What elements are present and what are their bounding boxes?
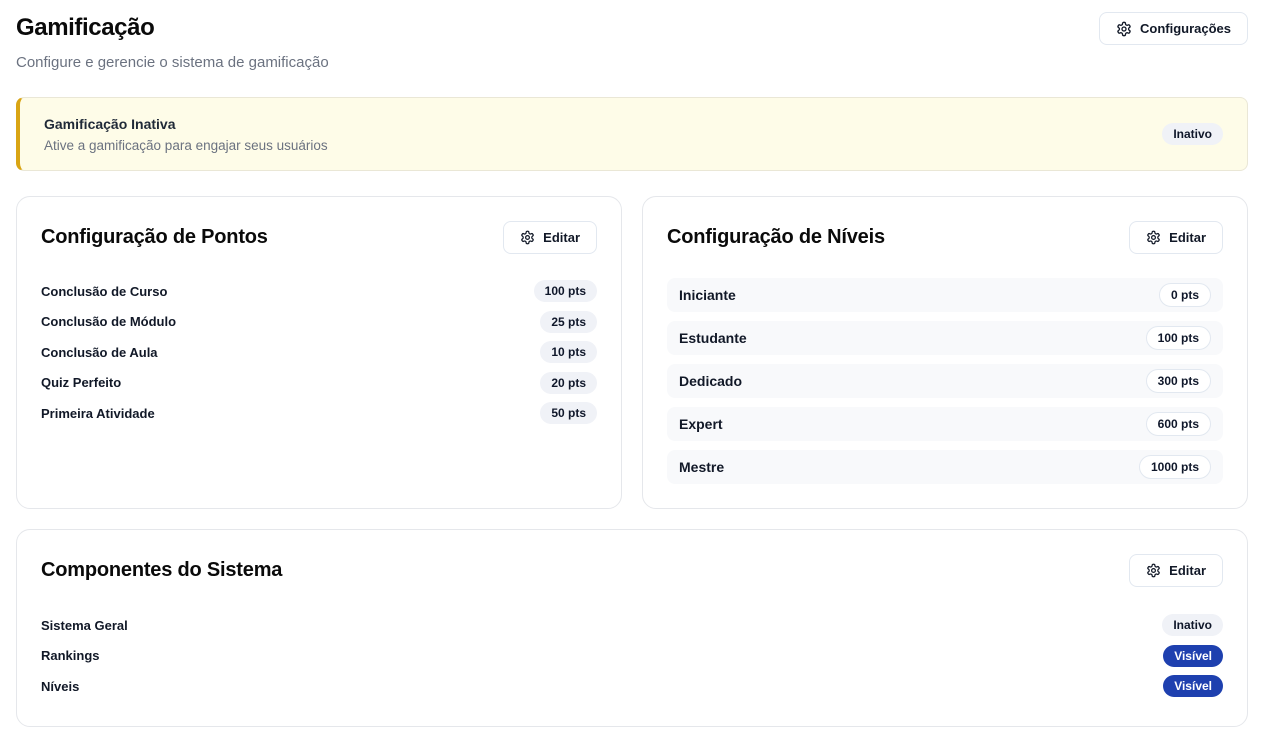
components-edit-button[interactable]: Editar <box>1129 554 1223 587</box>
page-subtitle: Configure e gerencie o sistema de gamifi… <box>16 54 329 71</box>
points-row-label: Primeira Atividade <box>41 406 155 421</box>
points-row-label: Conclusão de Aula <box>41 345 158 360</box>
points-value-badge: 20 pts <box>540 372 597 394</box>
page-header: Gamificação Configure e gerencie o siste… <box>16 12 1248 71</box>
points-value-badge: 10 pts <box>540 341 597 363</box>
component-status-badge[interactable]: Visível <box>1163 645 1223 667</box>
page-title: Gamificação <box>16 14 329 42</box>
levels-config-card: Configuração de Níveis Editar Iniciante … <box>642 196 1248 509</box>
points-row: Quiz Perfeito 20 pts <box>41 368 597 399</box>
level-row-label: Estudante <box>679 330 747 346</box>
points-list: Conclusão de Curso 100 pts Conclusão de … <box>41 276 597 429</box>
level-row-label: Iniciante <box>679 287 736 303</box>
level-row: Iniciante 0 pts <box>667 278 1223 312</box>
component-row-label: Sistema Geral <box>41 618 128 633</box>
banner-subtitle: Ative a gamificação para engajar seus us… <box>44 138 328 153</box>
levels-edit-button[interactable]: Editar <box>1129 221 1223 254</box>
component-row: Sistema Geral Inativo <box>41 610 1223 641</box>
level-points-badge: 600 pts <box>1146 412 1211 436</box>
component-row-label: Rankings <box>41 648 100 663</box>
level-row-label: Dedicado <box>679 373 742 389</box>
points-value-badge: 50 pts <box>540 402 597 424</box>
level-points-badge: 300 pts <box>1146 369 1211 393</box>
component-status-badge[interactable]: Visível <box>1163 675 1223 697</box>
gear-icon <box>520 230 535 245</box>
points-row: Primeira Atividade 50 pts <box>41 398 597 429</box>
page-heading-block: Gamificação Configure e gerencie o siste… <box>16 12 329 71</box>
levels-card-title: Configuração de Níveis <box>667 226 885 249</box>
system-components-card: Componentes do Sistema Editar Sistema Ge… <box>16 529 1248 727</box>
gamification-settings-page: Gamificação Configure e gerencie o siste… <box>0 0 1264 743</box>
levels-edit-button-label: Editar <box>1169 230 1206 245</box>
points-card-title: Configuração de Pontos <box>41 226 268 249</box>
gamification-inactive-banner: Gamificação Inativa Ative a gamificação … <box>16 97 1248 171</box>
banner-title: Gamificação Inativa <box>44 116 328 132</box>
level-points-badge: 1000 pts <box>1139 455 1211 479</box>
levels-list: Iniciante 0 pts Estudante 100 pts Dedica… <box>667 278 1223 484</box>
banner-status-badge: Inativo <box>1162 123 1223 145</box>
points-config-card: Configuração de Pontos Editar Conclusão … <box>16 196 622 509</box>
settings-button[interactable]: Configurações <box>1099 12 1248 45</box>
component-row: Níveis Visível <box>41 671 1223 702</box>
level-row: Mestre 1000 pts <box>667 450 1223 484</box>
components-list: Sistema Geral Inativo Rankings Visível N… <box>41 610 1223 702</box>
points-edit-button-label: Editar <box>543 230 580 245</box>
points-row: Conclusão de Curso 100 pts <box>41 276 597 307</box>
levels-card-header: Configuração de Níveis Editar <box>667 221 1223 254</box>
points-value-badge: 100 pts <box>534 280 597 302</box>
banner-text-block: Gamificação Inativa Ative a gamificação … <box>44 116 328 153</box>
points-row-label: Conclusão de Módulo <box>41 314 176 329</box>
level-row: Estudante 100 pts <box>667 321 1223 355</box>
points-value-badge: 25 pts <box>540 311 597 333</box>
points-row-label: Conclusão de Curso <box>41 284 167 299</box>
gear-icon <box>1146 230 1161 245</box>
points-card-header: Configuração de Pontos Editar <box>41 221 597 254</box>
level-row: Expert 600 pts <box>667 407 1223 441</box>
level-row-label: Mestre <box>679 459 724 475</box>
cards-grid: Configuração de Pontos Editar Conclusão … <box>16 196 1248 509</box>
gear-icon <box>1146 563 1161 578</box>
gear-icon <box>1116 21 1132 37</box>
component-row: Rankings Visível <box>41 641 1223 672</box>
points-edit-button[interactable]: Editar <box>503 221 597 254</box>
level-points-badge: 0 pts <box>1159 283 1211 307</box>
components-card-header: Componentes do Sistema Editar <box>41 554 1223 587</box>
points-row: Conclusão de Módulo 25 pts <box>41 307 597 338</box>
component-row-label: Níveis <box>41 679 79 694</box>
level-row-label: Expert <box>679 416 723 432</box>
component-status-badge[interactable]: Inativo <box>1162 614 1223 636</box>
settings-button-label: Configurações <box>1140 21 1231 36</box>
components-edit-button-label: Editar <box>1169 563 1206 578</box>
components-card-title: Componentes do Sistema <box>41 559 282 582</box>
points-row: Conclusão de Aula 10 pts <box>41 337 597 368</box>
points-row-label: Quiz Perfeito <box>41 375 121 390</box>
level-row: Dedicado 300 pts <box>667 364 1223 398</box>
level-points-badge: 100 pts <box>1146 326 1211 350</box>
